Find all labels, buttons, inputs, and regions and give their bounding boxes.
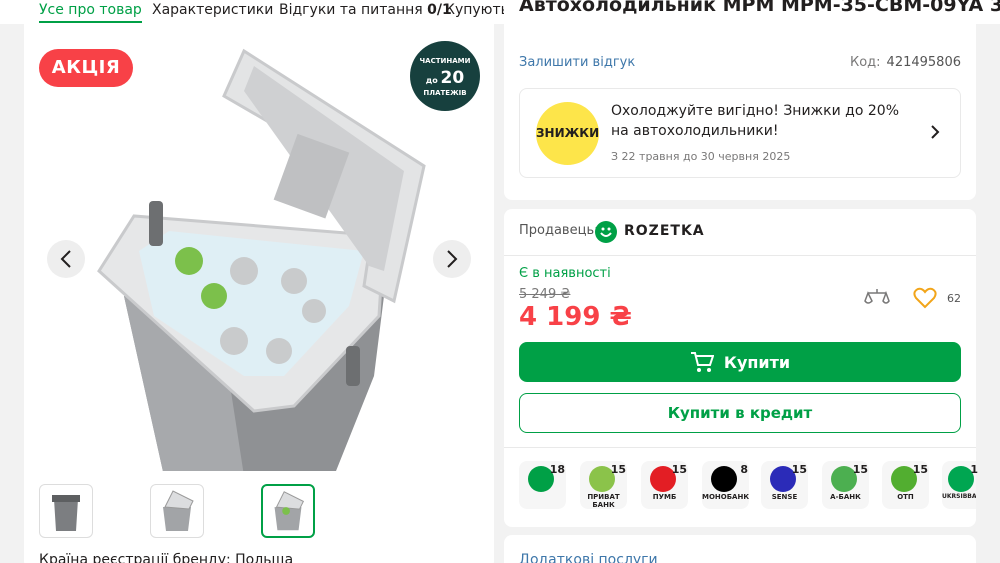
product-code-label: Код: [849, 55, 881, 70]
rozetka-logo-icon [595, 221, 617, 243]
bank-name: МОНОБАНК [702, 493, 750, 501]
chevron-right-icon [931, 125, 940, 139]
bank-payments: 15 [852, 463, 868, 476]
product-code-value: 421495806 [886, 55, 961, 70]
discount-badge: ЗНИЖКИ [536, 102, 599, 165]
bank-option-abank[interactable]: 15 А-БАНК [822, 461, 869, 509]
old-price: 5 249 ₴ [519, 287, 571, 302]
services-card: Додаткові послуги [504, 535, 976, 563]
divider [504, 255, 976, 256]
bank-payments: 15 [791, 463, 807, 476]
chevron-right-icon [447, 250, 458, 268]
gallery-next-button[interactable] [433, 240, 471, 278]
seller-label: Продавець: [519, 223, 599, 238]
gallery-thumb-2[interactable] [150, 484, 204, 538]
seller-name[interactable]: ROZETKA [624, 223, 705, 239]
bank-name: ПУМБ [652, 493, 677, 501]
bank-option-sense[interactable]: 15 SENSE [761, 461, 808, 509]
leave-review-link[interactable]: Залишити відгук [519, 55, 635, 70]
bank-name: А-БАНК [830, 493, 861, 501]
tab-reviews[interactable]: Відгуки та питання 0/1 [279, 0, 452, 20]
bank-name: ПРИВАТ БАНК [587, 493, 620, 509]
bank-option-privat[interactable]: 15 ПРИВАТ БАНК [580, 461, 627, 509]
brand-country: Країна реєстрації бренду: Польща [39, 552, 294, 563]
promo-text: Охолоджуйте вигідно! Знижки до 20% на ав… [611, 103, 899, 139]
bank-payments: 15 [671, 463, 687, 476]
buy-credit-button[interactable]: Купити в кредит [519, 393, 961, 433]
cart-icon [690, 352, 714, 372]
product-code: Код: 421495806 [850, 55, 961, 70]
thumb-image [163, 490, 194, 531]
bank-logo-icon [711, 466, 737, 492]
thumb-image [274, 491, 305, 531]
product-gallery: АКЦІЯ ЧАСТИНАМИ до 20 ПЛАТЕЖІВ Країна ре… [24, 24, 494, 563]
chevron-left-icon [60, 250, 71, 268]
stock-status: Є в наявності [519, 266, 611, 281]
bank-option-ukrsib[interactable]: 1 UKRSIBBANK [942, 461, 978, 509]
gallery-prev-button[interactable] [47, 240, 85, 278]
wishlist-count: 62 [947, 292, 961, 305]
tab-all-about[interactable]: Усе про товар [39, 0, 142, 23]
gallery-thumb-1[interactable] [39, 484, 93, 538]
product-title: Автохолодильник MPM MPM-35-CBM-09YA 30 л [519, 0, 1000, 16]
divider [504, 447, 976, 448]
promo-date: З 22 травня до 30 червня 2025 [611, 150, 791, 163]
bank-name: UKRSIBBANK [942, 493, 976, 500]
bank-payments: 15 [610, 463, 626, 476]
thumb-image [52, 495, 80, 531]
product-image[interactable] [94, 46, 434, 471]
bank-name: SENSE [771, 493, 798, 501]
compare-icon[interactable] [864, 287, 890, 309]
promo-banner[interactable]: ЗНИЖКИ Охолоджуйте вигідно! Знижки до 20… [519, 88, 961, 178]
tab-reviews-label: Відгуки та питання [279, 2, 423, 18]
product-info-card: Автохолодильник MPM MPM-35-CBM-09YA 30 л… [504, 0, 1000, 200]
bank-payments: 1 [970, 463, 978, 476]
buy-card: Продавець: ROZETKA Є в наявності 5 249 ₴… [504, 209, 978, 527]
bank-option-otp[interactable]: 15 ОТП [882, 461, 929, 509]
installment-number: 20 [440, 68, 465, 88]
additional-services-link[interactable]: Додаткові послуги [519, 552, 658, 563]
bank-option-rozetka[interactable]: 18 [519, 461, 566, 509]
buy-button[interactable]: Купити [519, 342, 961, 382]
buy-button-label: Купити [723, 352, 791, 372]
bank-option-monobank[interactable]: 8 МОНОБАНК [702, 461, 749, 509]
gallery-thumb-3[interactable] [261, 484, 315, 538]
bank-payments: 18 [549, 463, 565, 476]
bank-payments: 8 [740, 463, 748, 476]
current-price: 4 199 ₴ [519, 302, 632, 332]
bank-payments: 15 [912, 463, 928, 476]
heart-icon[interactable] [913, 287, 937, 309]
tab-characteristics[interactable]: Характеристики [152, 0, 273, 20]
bank-name: ОТП [897, 493, 914, 501]
bank-option-pumb[interactable]: 15 ПУМБ [641, 461, 688, 509]
